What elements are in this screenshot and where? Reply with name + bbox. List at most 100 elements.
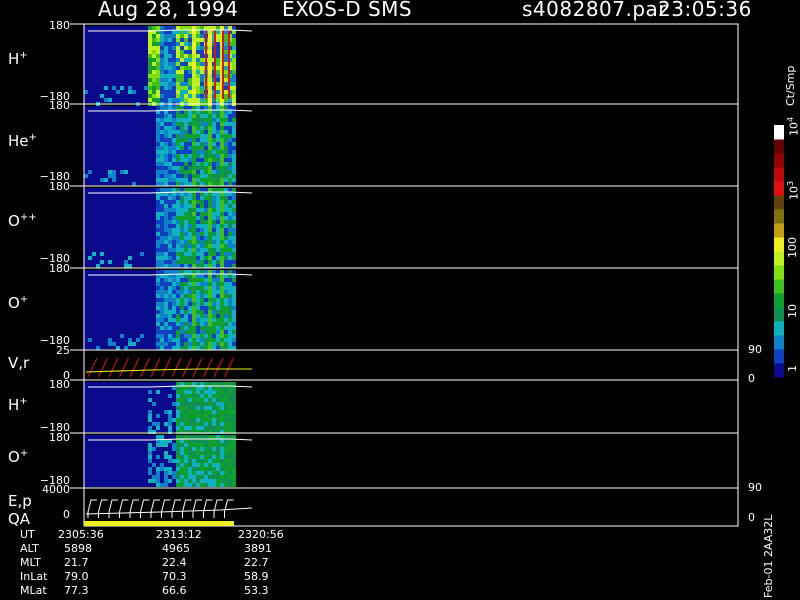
heat-cell — [128, 338, 132, 342]
heat-cell — [192, 451, 196, 455]
heat-cell — [156, 270, 160, 274]
heat-cell — [184, 170, 188, 174]
heat-cell — [192, 342, 196, 346]
heat-cell — [180, 94, 184, 98]
heat-cell — [188, 326, 192, 330]
heat-cell — [192, 406, 196, 410]
heat-cell — [160, 62, 164, 66]
heat-cell — [196, 338, 200, 342]
heat-cell — [192, 274, 196, 278]
heat-cell — [192, 90, 196, 94]
heat-cell — [152, 402, 156, 406]
heat-cell — [164, 196, 168, 200]
heat-cell — [220, 150, 224, 154]
heat-cell — [164, 182, 168, 186]
heat-cell — [212, 232, 216, 236]
heat-cell — [180, 274, 184, 278]
heat-cell — [156, 50, 160, 54]
heat-cell — [216, 138, 220, 142]
heat-cell — [200, 70, 204, 74]
heat-cell — [232, 146, 236, 150]
heat-cell — [224, 54, 228, 58]
heat-cell — [208, 256, 212, 260]
heat-cell — [156, 58, 160, 62]
heat-cell — [204, 264, 208, 268]
heat-cell — [148, 86, 152, 90]
heat-cell — [208, 270, 212, 274]
heat-cell — [192, 118, 196, 122]
heat-cell — [192, 114, 196, 118]
heat-cell — [188, 90, 192, 94]
heat-cell — [180, 42, 184, 46]
heat-cell — [192, 74, 196, 78]
heat-cell — [192, 439, 196, 443]
heat-cell — [160, 260, 164, 264]
heat-cell — [156, 479, 160, 483]
heat-cell — [160, 158, 164, 162]
heat-cell — [168, 260, 172, 264]
heat-cell — [188, 426, 192, 430]
heat-cell — [220, 192, 224, 196]
heat-cell — [152, 479, 156, 483]
heat-cell — [156, 256, 160, 260]
heat-cell — [160, 244, 164, 248]
heat-cell — [212, 166, 216, 170]
heat-cell — [172, 418, 176, 422]
heat-cell — [164, 46, 168, 50]
heat-cell — [232, 212, 236, 216]
heat-cell — [176, 212, 180, 216]
heat-cell — [184, 471, 188, 475]
heat-cell — [148, 98, 152, 102]
heat-cell — [196, 451, 200, 455]
heat-cell — [224, 264, 228, 268]
heat-cell — [156, 188, 160, 192]
heat-cell — [200, 110, 204, 114]
heat-cell — [188, 322, 192, 326]
heat-cell — [212, 260, 216, 264]
heat-cell — [168, 150, 172, 154]
heat-cell — [164, 26, 168, 30]
heat-cell — [176, 58, 180, 62]
heat-cell — [168, 42, 172, 46]
heat-cell — [156, 154, 160, 158]
heat-cell — [180, 342, 184, 346]
colorbar-segment — [774, 279, 784, 294]
heat-cell — [192, 200, 196, 204]
heat-cell — [204, 326, 208, 330]
heat-cell — [204, 278, 208, 282]
heat-cell — [216, 414, 220, 418]
heat-cell — [228, 212, 232, 216]
heat-cell — [172, 106, 176, 110]
heat-cell — [184, 278, 188, 282]
heat-cell — [200, 302, 204, 306]
heat-cell — [176, 346, 180, 350]
rtick-top-4: 90 — [748, 343, 762, 356]
heat-cell — [208, 216, 212, 220]
heat-cell — [204, 162, 208, 166]
heat-cell — [208, 406, 212, 410]
heat-cell — [220, 26, 224, 30]
heat-cell — [184, 134, 188, 138]
heat-cell — [220, 394, 224, 398]
heat-cell — [200, 346, 204, 350]
heat-cell — [216, 334, 220, 338]
heat-cell — [88, 338, 92, 342]
heat-cell — [188, 306, 192, 310]
heat-cell — [192, 170, 196, 174]
heat-cell — [168, 418, 172, 422]
heat-cell — [176, 142, 180, 146]
heat-cell — [148, 26, 152, 30]
colorbar-segment — [774, 293, 784, 308]
panel-label-oplus-2: O+ — [8, 448, 29, 466]
heat-cell — [180, 38, 184, 42]
heat-cell — [192, 290, 196, 294]
heat-cell — [232, 298, 236, 302]
heat-cell — [160, 294, 164, 298]
heat-cell — [232, 126, 236, 130]
heat-cell — [192, 394, 196, 398]
heat-cell — [184, 338, 188, 342]
heat-cell — [208, 118, 212, 122]
heat-cell — [196, 62, 200, 66]
colorbar-segment — [774, 209, 784, 224]
heat-cell — [160, 220, 164, 224]
